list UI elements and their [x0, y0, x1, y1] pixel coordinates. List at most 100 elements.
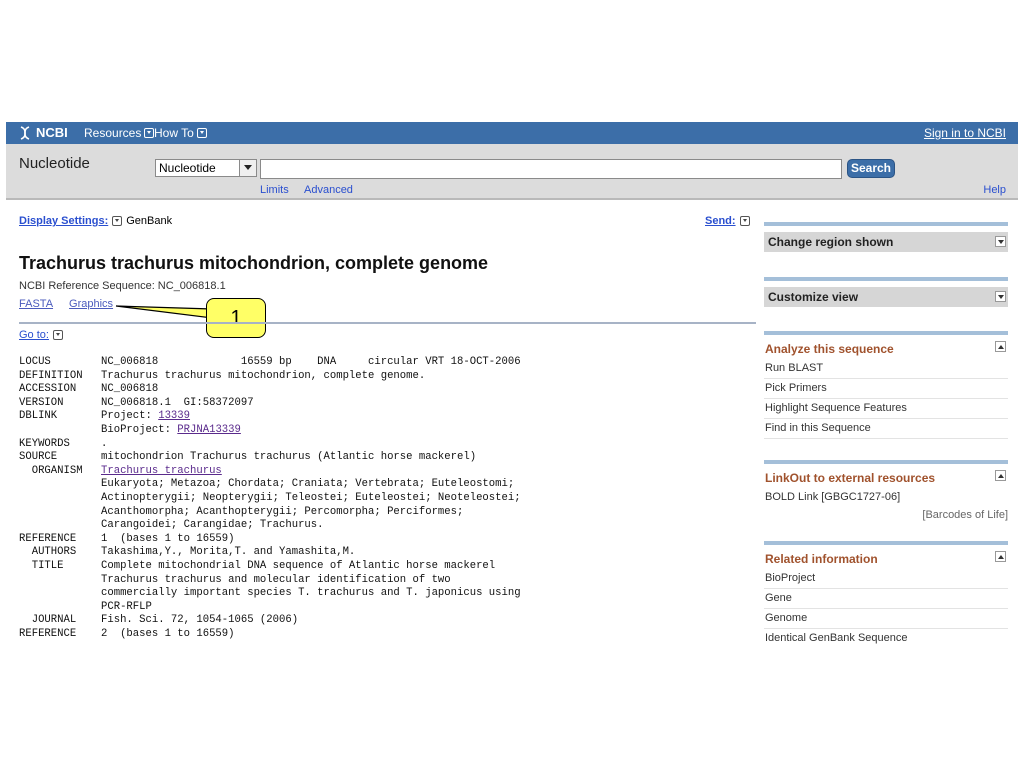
- genbank-line: Acanthomorpha; Acanthopterygii; Percomor…: [19, 506, 521, 520]
- genbank-line: BioProject: PRJNA13339: [19, 424, 521, 438]
- genbank-line: PCR-RFLP: [19, 601, 521, 615]
- chevron-down-icon[interactable]: [52, 330, 63, 340]
- genbank-line: Eukaryota; Metazoa; Chordata; Craniata; …: [19, 478, 521, 492]
- customize-view-panel: Customize view: [764, 277, 1008, 307]
- search-input[interactable]: [260, 159, 842, 179]
- genbank-field-value: Eukaryota; Metazoa; Chordata; Craniata; …: [101, 478, 515, 491]
- genbank-field-key: [19, 574, 101, 588]
- genbank-line: REFERENCE 1 (bases 1 to 16559): [19, 533, 521, 547]
- genbank-field-value: NC_006818.1 GI:58372097: [101, 396, 254, 409]
- goto-link[interactable]: Go to:: [19, 329, 49, 341]
- change-region-header[interactable]: Change region shown: [764, 232, 1008, 252]
- genbank-field-key: DBLINK: [19, 410, 58, 423]
- identical-genbank-link[interactable]: Identical GenBank Sequence: [764, 629, 1008, 646]
- genbank-field-value: PCR-RFLP: [101, 600, 152, 613]
- panel-divider: [764, 222, 1008, 226]
- genbank-line: Actinopterygii; Neopterygii; Teleostei; …: [19, 492, 521, 506]
- goto-menu: Go to:: [19, 329, 63, 341]
- genbank-field-key: [19, 506, 101, 520]
- genbank-field-key: ORGANISM: [19, 464, 83, 477]
- related-title-text: Related information: [765, 552, 878, 566]
- search-button[interactable]: Search: [847, 159, 895, 178]
- genbank-link[interactable]: 13339: [158, 410, 190, 424]
- genbank-field-key: REFERENCE: [19, 532, 77, 545]
- genbank-field-key: [19, 424, 101, 438]
- genbank-field-value: Carangoidei; Carangidae; Trachurus.: [101, 519, 324, 532]
- analyze-panel: Analyze this sequence Run BLAST Pick Pri…: [764, 331, 1008, 439]
- genbank-line: DBLINK Project: 13339: [19, 410, 521, 424]
- genbank-line: LOCUS NC_006818 16559 bp DNA circular VRT…: [19, 356, 521, 370]
- genbank-link[interactable]: PRJNA13339: [177, 424, 241, 438]
- linkout-title: LinkOut to external resources: [764, 464, 1008, 488]
- genbank-field-key: KEYWORDS: [19, 437, 70, 450]
- barcodes-of-life-note: [Barcodes of Life]: [922, 509, 1008, 521]
- change-region-panel: Change region shown: [764, 222, 1008, 252]
- collapse-icon[interactable]: [995, 470, 1006, 481]
- genbank-field-key: DEFINITION: [19, 369, 83, 382]
- sign-in-link[interactable]: Sign in to NCBI: [924, 126, 1006, 140]
- genbank-field-value: mitochondrion Trachurus trachurus (Atlan…: [101, 451, 477, 464]
- genbank-line: AUTHORS Takashima,Y., Morita,T. and Yamas…: [19, 546, 521, 560]
- genbank-field-value: 2 (bases 1 to 16559): [101, 627, 235, 640]
- genbank-field-key: [19, 601, 101, 615]
- change-region-label: Change region shown: [768, 235, 894, 249]
- genbank-field-key: [19, 519, 101, 533]
- send-link[interactable]: Send:: [705, 215, 736, 227]
- help-link[interactable]: Help: [983, 184, 1006, 196]
- genbank-field-key: JOURNAL: [19, 614, 77, 627]
- chevron-down-icon[interactable]: [995, 291, 1006, 302]
- send-menu: Send:: [705, 215, 750, 227]
- bold-link[interactable]: BOLD Link [GBGC1727-06]: [764, 488, 1008, 507]
- genbank-record: LOCUS NC_006818 16559 bp DNA circular VRT…: [19, 356, 521, 641]
- find-in-sequence-link[interactable]: Find in this Sequence: [764, 419, 1008, 439]
- genbank-field-value: Actinopterygii; Neopterygii; Teleostei; …: [101, 491, 521, 504]
- genbank-line: Trachurus trachurus and molecular identi…: [19, 574, 521, 588]
- genbank-line: REFERENCE 2 (bases 1 to 16559): [19, 628, 521, 642]
- genbank-field-key: SOURCE: [19, 451, 58, 464]
- genbank-field-value: .: [101, 437, 108, 450]
- genbank-line: DEFINITION Trachurus trachurus mitochondr…: [19, 370, 521, 384]
- genbank-field-value: Project:: [101, 410, 159, 423]
- genome-link[interactable]: Genome: [764, 609, 1008, 629]
- genbank-field-key: [19, 587, 101, 601]
- genbank-field-key: TITLE: [19, 559, 64, 572]
- genbank-field-key: [19, 478, 101, 492]
- genbank-field-key: LOCUS: [19, 356, 51, 368]
- customize-view-header[interactable]: Customize view: [764, 287, 1008, 307]
- genbank-field-value: Takashima,Y., Morita,T. and Yamashita,M.: [101, 546, 356, 559]
- genbank-field-value: BioProject:: [101, 423, 178, 436]
- genbank-line: ORGANISM Trachurus trachurus: [19, 465, 521, 479]
- genbank-field-value: Acanthomorpha; Acanthopterygii; Percomor…: [101, 505, 464, 518]
- chevron-down-icon[interactable]: [995, 236, 1006, 247]
- genbank-field-key: ACCESSION: [19, 383, 77, 396]
- panel-divider: [764, 277, 1008, 281]
- run-blast-link[interactable]: Run BLAST: [764, 359, 1008, 379]
- genbank-line: ACCESSION NC_006818: [19, 383, 521, 397]
- genbank-line: commercially important species T. trachu…: [19, 587, 521, 601]
- collapse-icon[interactable]: [995, 551, 1006, 562]
- genbank-line: TITLE Complete mitochondrial DNA sequence…: [19, 560, 521, 574]
- analyze-title-text: Analyze this sequence: [765, 342, 894, 356]
- genbank-field-value: Complete mitochondrial DNA sequence of A…: [101, 559, 496, 572]
- genbank-field-key: [19, 492, 101, 506]
- pick-primers-link[interactable]: Pick Primers: [764, 379, 1008, 399]
- genbank-field-value: Fish. Sci. 72, 1054-1065 (2006): [101, 614, 299, 627]
- genbank-line: JOURNAL Fish. Sci. 72, 1054-1065 (2006): [19, 614, 521, 628]
- chevron-down-icon[interactable]: [739, 216, 750, 226]
- linkout-title-text: LinkOut to external resources: [765, 471, 936, 485]
- genbank-link[interactable]: Trachurus trachurus: [101, 465, 222, 479]
- genbank-field-key: REFERENCE: [19, 627, 77, 640]
- divider: [19, 322, 756, 324]
- genbank-field-value: NC_006818: [101, 383, 159, 396]
- advanced-link[interactable]: Advanced: [304, 184, 353, 196]
- genbank-field-value: Trachurus trachurus mitochondrion, compl…: [101, 369, 426, 382]
- analyze-title: Analyze this sequence: [764, 335, 1008, 359]
- linkout-panel: LinkOut to external resources BOLD Link …: [764, 460, 1008, 523]
- related-panel: Related information BioProject Gene Geno…: [764, 541, 1008, 646]
- bioproject-link[interactable]: BioProject: [764, 569, 1008, 589]
- genbank-field-value: NC_006818 16559 bp DNA circular VRT 18-O…: [101, 356, 521, 368]
- ncbi-page-screenshot: NCBI Resources How To Sign in to NCBI Nu…: [6, 122, 1018, 646]
- gene-link[interactable]: Gene: [764, 589, 1008, 609]
- collapse-icon[interactable]: [995, 341, 1006, 352]
- highlight-features-link[interactable]: Highlight Sequence Features: [764, 399, 1008, 419]
